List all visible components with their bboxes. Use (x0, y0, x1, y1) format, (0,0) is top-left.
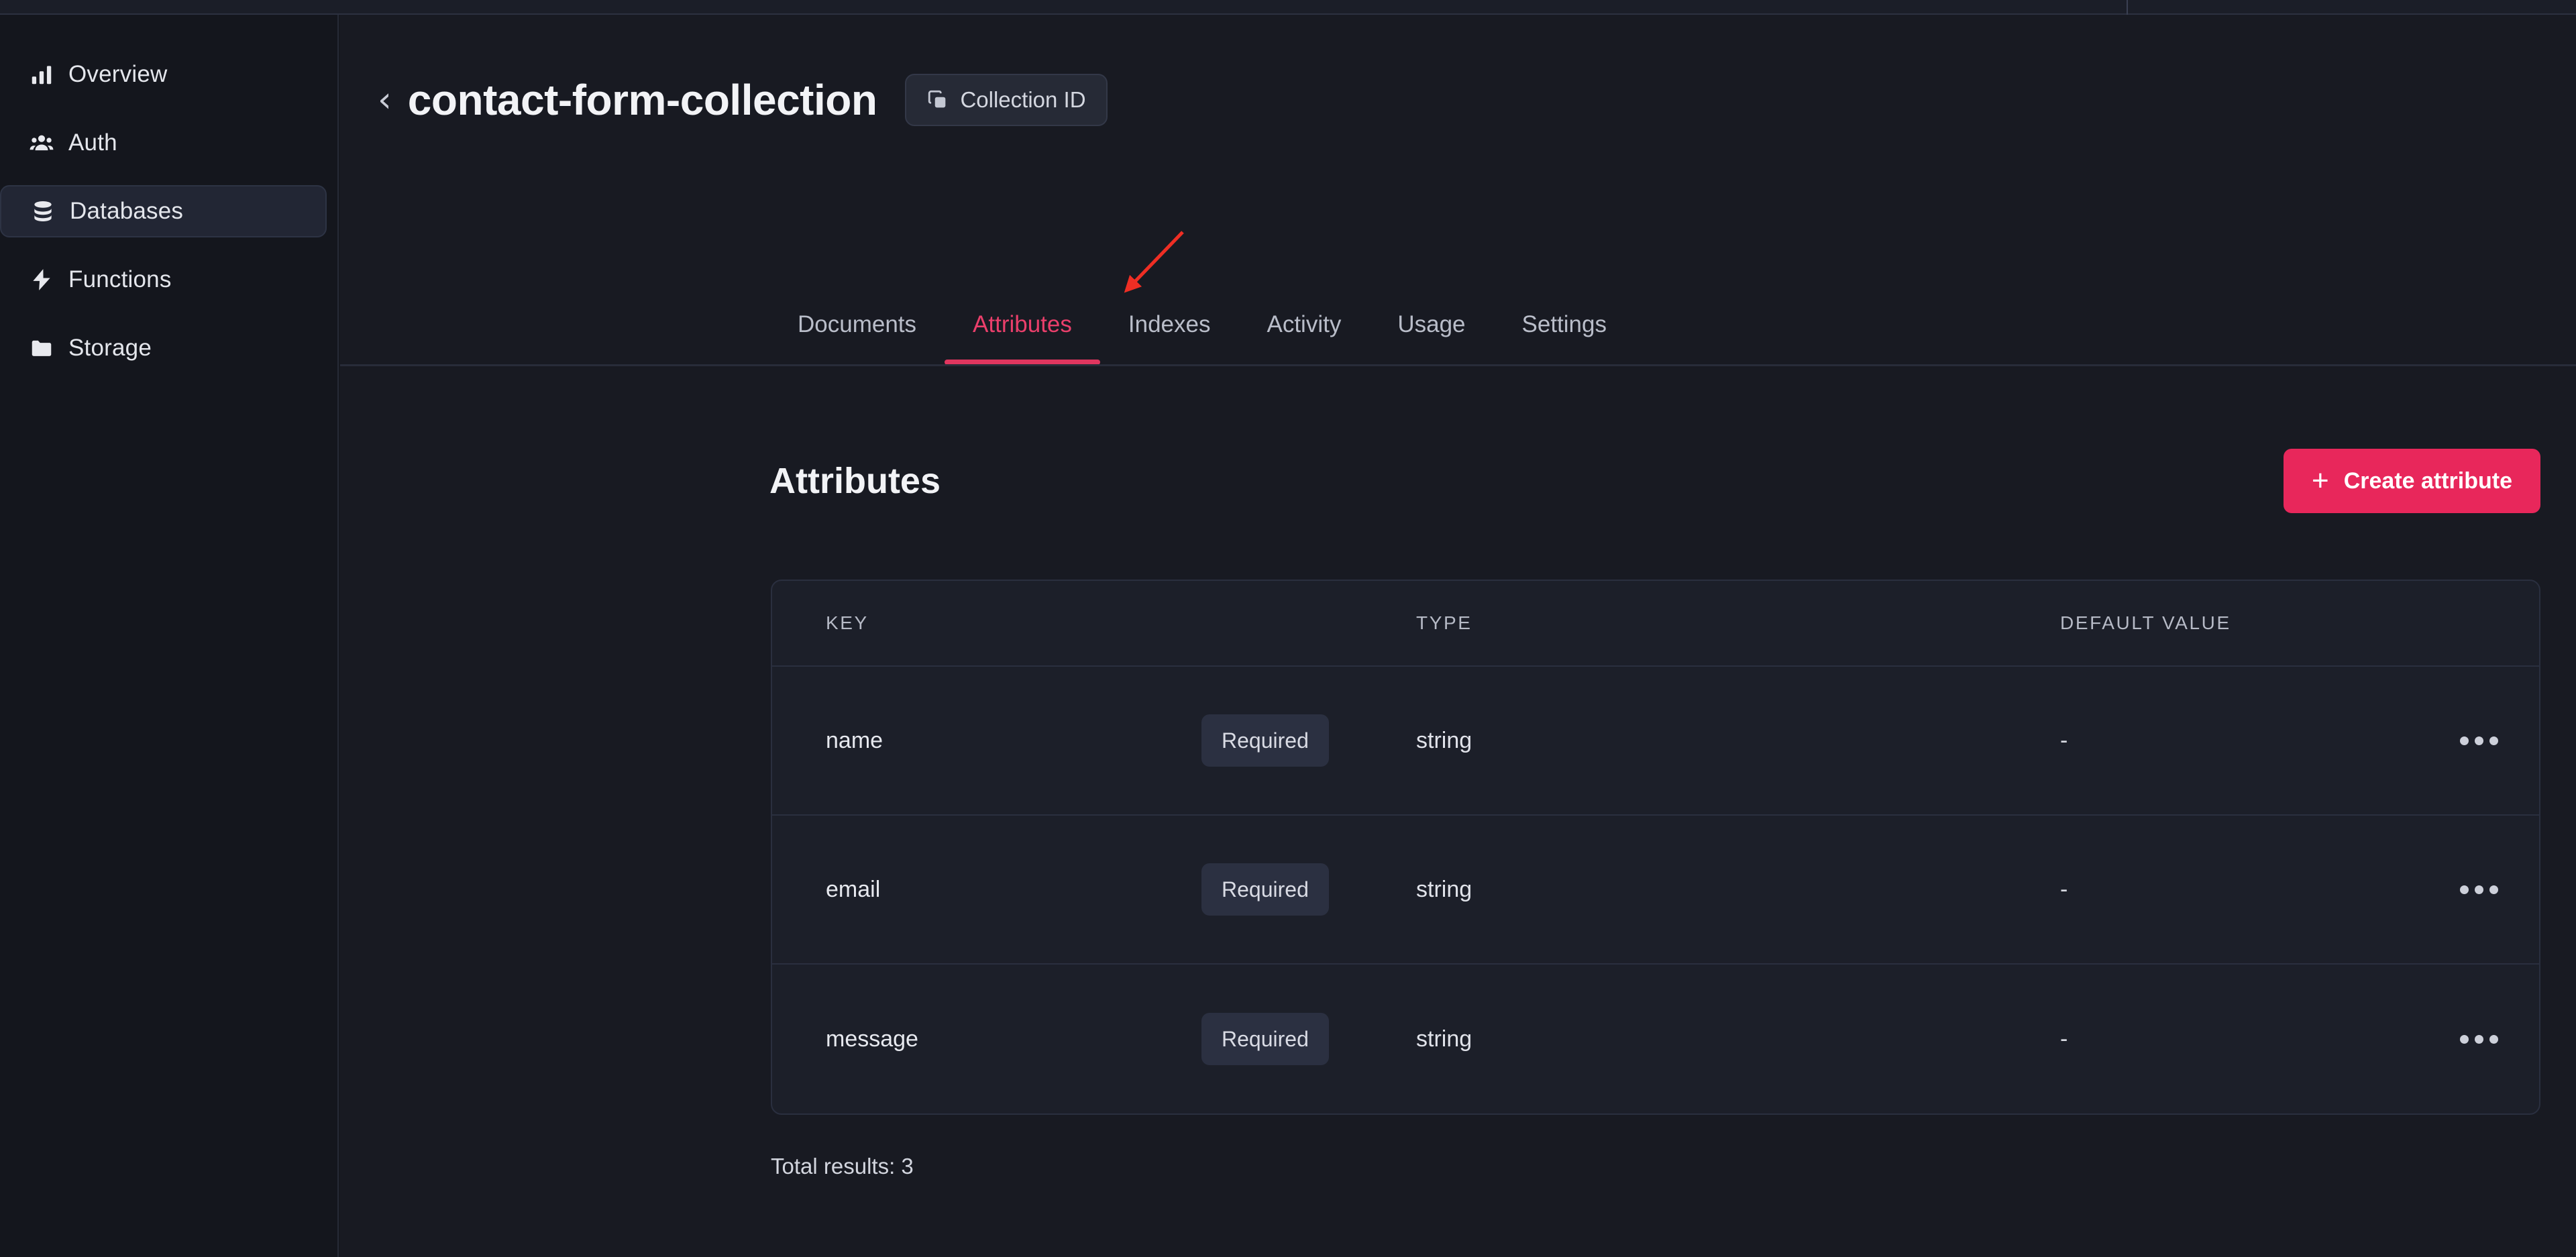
cell-actions (2418, 873, 2539, 906)
cell-default-value: - (2060, 727, 2068, 753)
status-badge: Required (1201, 863, 1329, 916)
section-header: Attributes + Create attribute (769, 437, 2540, 525)
sidebar: Overview Auth Databases Functions Storag… (0, 15, 339, 1257)
create-attribute-label: Create attribute (2343, 468, 2512, 494)
status-badge: Required (1201, 714, 1329, 767)
sidebar-item-label: Databases (70, 198, 184, 224)
total-results-label: Total results: 3 (771, 1154, 914, 1179)
cell-key: name (826, 727, 883, 753)
table-row[interactable]: name Required string - (772, 667, 2539, 816)
sidebar-item-overview[interactable]: Overview (0, 48, 327, 101)
sidebar-item-label: Overview (68, 61, 168, 87)
table-row[interactable]: email Required string - (772, 816, 2539, 965)
users-icon (28, 129, 55, 156)
cell-required-badge: Required (1201, 1013, 1416, 1065)
tab-bar-divider (340, 364, 2576, 366)
cell-default-value: - (2060, 876, 2068, 902)
sidebar-item-databases[interactable]: Databases (0, 185, 327, 237)
window-top-bar (0, 0, 2576, 15)
cell-key: email (826, 876, 881, 902)
tab-attributes[interactable]: Attributes (945, 311, 1100, 365)
cell-actions (2418, 1023, 2539, 1056)
sidebar-item-functions[interactable]: Functions (0, 254, 327, 306)
cell-type: string (1416, 1026, 1472, 1052)
tab-documents[interactable]: Documents (769, 311, 945, 365)
status-badge: Required (1201, 1013, 1329, 1065)
table-header-row: KEY TYPE DEFAULT VALUE (772, 581, 2539, 667)
collection-id-button[interactable]: Collection ID (905, 74, 1108, 126)
page-header: ‹ contact-form-collection Collection ID (378, 74, 1108, 126)
main-content: ‹ contact-form-collection Collection ID … (340, 15, 2576, 1257)
sidebar-item-label: Auth (68, 129, 117, 156)
sidebar-item-auth[interactable]: Auth (0, 117, 327, 169)
cell-required-badge: Required (1201, 714, 1416, 767)
sidebar-item-storage[interactable]: Storage (0, 322, 327, 374)
cell-default-value: - (2060, 1026, 2068, 1052)
column-header-type: TYPE (1416, 612, 1472, 633)
bar-chart-icon (28, 61, 55, 88)
tab-bar: Documents Attributes Indexes Activity Us… (769, 283, 1635, 365)
cell-key: message (826, 1026, 918, 1052)
more-options-icon[interactable] (2448, 873, 2510, 906)
top-bar-divider (2127, 0, 2128, 15)
collection-id-label: Collection ID (960, 87, 1086, 112)
plus-icon: + (2312, 464, 2329, 497)
sidebar-item-label: Storage (68, 335, 152, 361)
attributes-heading: Attributes (769, 461, 941, 501)
cell-type: string (1416, 876, 1472, 902)
page-title: contact-form-collection (407, 76, 877, 124)
tab-usage[interactable]: Usage (1369, 311, 1493, 365)
cell-type: string (1416, 727, 1472, 753)
tab-indexes[interactable]: Indexes (1100, 311, 1239, 365)
tab-settings[interactable]: Settings (1494, 311, 1635, 365)
folder-icon (28, 335, 55, 362)
copy-icon (926, 89, 949, 111)
column-header-key: KEY (826, 612, 869, 633)
cell-actions (2418, 724, 2539, 757)
attributes-table: KEY TYPE DEFAULT VALUE name Required str… (771, 580, 2540, 1115)
database-icon (30, 198, 56, 225)
lightning-icon (28, 266, 55, 293)
more-options-icon[interactable] (2448, 724, 2510, 757)
table-row[interactable]: message Required string - (772, 965, 2539, 1113)
create-attribute-button[interactable]: + Create attribute (2284, 449, 2540, 513)
column-header-default-value: DEFAULT VALUE (2060, 612, 2231, 633)
more-options-icon[interactable] (2448, 1023, 2510, 1056)
tab-activity[interactable]: Activity (1238, 311, 1369, 365)
back-chevron-icon[interactable]: ‹ (378, 83, 392, 117)
sidebar-item-label: Functions (68, 266, 172, 292)
cell-required-badge: Required (1201, 863, 1416, 916)
